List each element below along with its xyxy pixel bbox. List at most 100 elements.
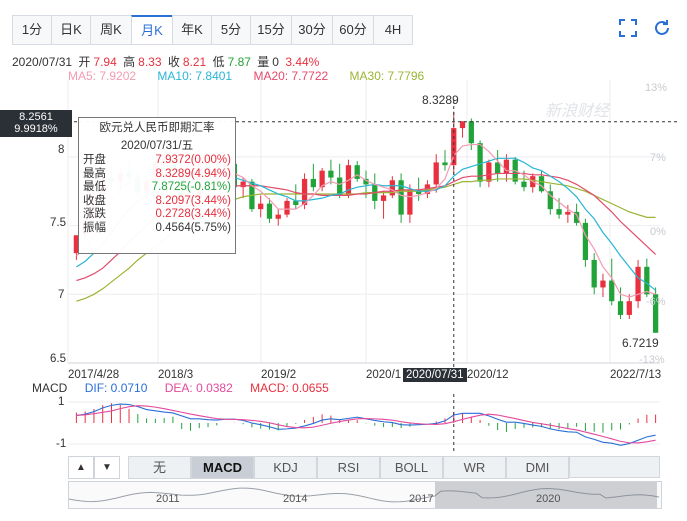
navigator-label-2011: 2011 [156,493,180,505]
candle-body [293,200,299,206]
fullscreen-icon[interactable] [619,19,637,42]
tab-1[interactable]: 日K [51,15,90,45]
info-close-label: 收 [167,55,180,69]
tooltip-row-close: 收盘 8.2097(3.44%) [79,195,235,209]
x-tick-2018: 2018/3 [158,369,194,381]
candle-body [275,214,281,219]
tooltip-value: 0.2728(3.44%) [155,208,231,220]
macd-header: MACD DIF: 0.0710 DEA: 0.0382 MACD: 0.065… [32,381,343,395]
tab-8[interactable]: 60分 [332,15,373,45]
info-change: 3.44% [285,55,320,69]
tooltip-label: 最高 [83,167,106,180]
candle-body [600,280,606,288]
dif-label: DIF: 0.0710 [84,381,148,395]
indicator-tab-1[interactable]: MACD [191,456,254,479]
tab-9[interactable]: 4H [373,15,413,45]
candle-body [442,162,448,166]
candle-body [617,301,624,315]
tooltip-label: 振幅 [83,221,106,234]
candle-body [538,176,545,192]
info-close: 8.21 [182,55,207,69]
candle-body [591,259,597,288]
candle-body [521,181,527,188]
ohlc-tooltip: 欧元兑人民币即期汇率 2020/07/31/五 开盘 7.9372(0.00%) … [78,117,236,254]
dea-line [76,405,656,444]
tooltip-title: 欧元兑人民币即期汇率 [99,122,215,134]
y-tick-7: 7 [58,289,65,301]
info-open-label: 开 [78,55,91,69]
crosshair-pct: 9.9918% [14,123,58,135]
tooltip-date: 2020/07/31/五 [120,140,194,152]
candle-body [565,211,571,215]
macd-value-label: MACD: 0.0655 [250,381,329,395]
x-tick-2020-12: 2020/12 [467,369,509,381]
indicator-tab-2[interactable]: KDJ [254,456,317,479]
high-label: 8.3289 [422,93,459,107]
tooltip-value: 0.4564(5.75%) [155,221,231,234]
tab-0[interactable]: 1分 [12,15,51,45]
tab-5[interactable]: 5分 [211,15,250,45]
indicator-tabs-filler [569,456,660,478]
info-low-label: 低 [212,55,225,69]
candle-body [609,280,615,302]
candle-body [582,222,589,260]
candle-body [310,178,316,188]
candle-body [644,266,650,295]
indicator-tab-0[interactable]: 无 [128,456,191,479]
indicator-tab-list: 无 MACD KDJ RSI BOLL WR DMI [120,456,569,479]
pct-label-neg13: -13% [639,354,665,366]
arrow-up-icon[interactable]: ▲ [68,456,94,479]
candle-body [486,162,492,182]
navigator-label-2020: 2020 [536,493,561,505]
indicator-tab-4[interactable]: BOLL [380,456,443,479]
pct-label-0: 0% [650,226,666,238]
tooltip-value: 7.9372(0.00%) [155,154,231,166]
pct-label-13: 13% [645,82,668,94]
info-low: 7.87 [227,55,251,69]
tab-6[interactable]: 15分 [250,15,291,45]
candle-body [380,195,387,201]
candle-body [433,162,439,185]
navigator-label-2014: 2014 [283,493,308,505]
dif-line [76,403,656,446]
tooltip-row-change: 涨跌 0.2728(3.44%) [79,208,235,222]
tab-4[interactable]: 年K [172,15,211,45]
pct-label-7: 7% [650,152,666,164]
arrow-down-icon[interactable]: ▼ [94,456,120,479]
indicator-tab-6[interactable]: DMI [506,456,569,479]
tooltip-row-low: 最低 7.8725(-0.81%) [79,181,235,195]
candle-body [468,121,474,144]
dea-label: DEA: 0.0382 [164,381,233,395]
tooltip-row-amplitude: 振幅 0.4564(5.75%) [79,222,235,236]
candle-body [495,162,501,174]
tab-7[interactable]: 30分 [291,15,332,45]
candle-body [556,209,562,215]
tooltip-label: 开盘 [83,154,106,166]
candle-body [328,170,334,178]
tooltip-value: 8.2097(3.44%) [155,194,231,207]
chart-tools [619,19,671,42]
tab-3[interactable]: 月K [131,15,172,45]
macd-title: MACD [32,381,68,395]
candle-body [258,203,264,210]
candle-body [407,189,413,215]
info-vol-label: 量 [257,55,270,69]
indicator-tab-3[interactable]: RSI [317,456,380,479]
indicator-tab-5[interactable]: WR [443,456,506,479]
refresh-icon[interactable] [653,19,671,42]
info-vol: 0 [272,55,279,69]
navigator-label-2017: 2017 [409,493,434,505]
crosshair-price: 8.2561 [19,111,53,123]
range-navigator[interactable]: 2011 2014 2017 2020 [68,481,662,509]
x-tick-2017: 2017/4/28 [68,369,120,381]
macd-chart [68,394,660,454]
info-open: 7.94 [93,55,117,69]
tooltip-label: 收盘 [83,194,106,207]
tooltip-label: 最低 [83,181,106,193]
tab-2[interactable]: 周K [90,15,131,45]
x-tick-2019: 2019/2 [261,369,297,381]
candle-body [503,159,510,174]
info-date: 2020/07/31 [12,55,73,69]
y-tick-6-5: 6.5 [50,353,66,365]
tooltip-row-high: 最高 8.3289(4.94%) [79,168,235,182]
